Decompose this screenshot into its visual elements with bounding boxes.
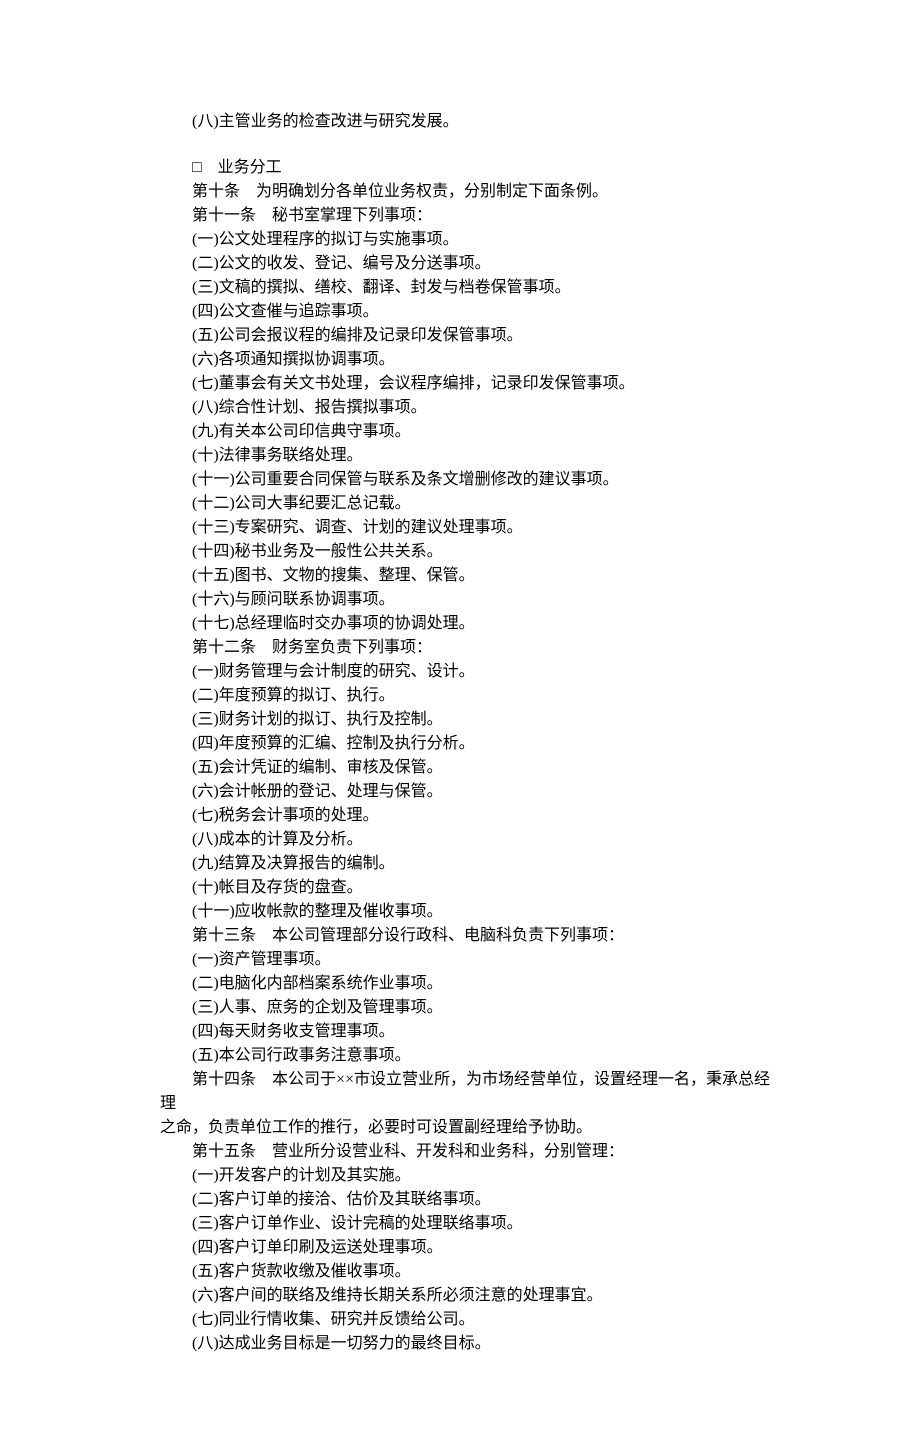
text-line: □ 业务分工 [160,156,780,180]
text-line: (二)公文的收发、登记、编号及分送事项。 [160,252,780,276]
text-line: (十三)专案研究、调查、计划的建议处理事项。 [160,516,780,540]
text-line: 第十二条 财务室负责下列事项： [160,636,780,660]
text-line: (七)税务会计事项的处理。 [160,804,780,828]
text-line: 第十三条 本公司管理部分设行政科、电脑科负责下列事项： [160,924,780,948]
text-line: (三)人事、庶务的企划及管理事项。 [160,996,780,1020]
text-line: (八)综合性计划、报告撰拟事项。 [160,396,780,420]
text-line: (五)本公司行政事务注意事项。 [160,1044,780,1068]
text-line: (六)各项通知撰拟协调事项。 [160,348,780,372]
text-line: (二)年度预算的拟订、执行。 [160,684,780,708]
text-line: (一)开发客户的计划及其实施。 [160,1164,780,1188]
text-line: (八)主管业务的检查改进与研究发展。 [160,110,780,134]
text-line: (四)年度预算的汇编、控制及执行分析。 [160,732,780,756]
text-line: (五)会计凭证的编制、审核及保管。 [160,756,780,780]
text-line: (十七)总经理临时交办事项的协调处理。 [160,612,780,636]
text-line: (九)结算及决算报告的编制。 [160,852,780,876]
text-line: (七)同业行情收集、研究并反馈给公司。 [160,1308,780,1332]
text-line: (一)财务管理与会计制度的研究、设计。 [160,660,780,684]
text-line: (九)有关本公司印信典守事项。 [160,420,780,444]
text-line: (四)每天财务收支管理事项。 [160,1020,780,1044]
blank-line [160,134,780,156]
text-line: (一)资产管理事项。 [160,948,780,972]
text-line: (三)文稿的撰拟、缮校、翻译、封发与档卷保管事项。 [160,276,780,300]
document-body: (八)主管业务的检查改进与研究发展。 □ 业务分工第十条 为明确划分各单位业务权责… [160,110,780,1356]
text-line: (八)达成业务目标是一切努力的最终目标。 [160,1332,780,1356]
text-line: (十)法律事务联络处理。 [160,444,780,468]
text-line: (十六)与顾问联系协调事项。 [160,588,780,612]
text-line: (十一)应收帐款的整理及催收事项。 [160,900,780,924]
text-line: (十)帐目及存货的盘查。 [160,876,780,900]
text-line: (十二)公司大事纪要汇总记载。 [160,492,780,516]
text-line: (七)董事会有关文书处理，会议程序编排，记录印发保管事项。 [160,372,780,396]
text-line: (六)客户间的联络及维持长期关系所必须注意的处理事宜。 [160,1284,780,1308]
text-line: (三)财务计划的拟订、执行及控制。 [160,708,780,732]
text-line: 之命，负责单位工作的推行，必要时可设置副经理给予协助。 [160,1116,780,1140]
text-line: 第十条 为明确划分各单位业务权责，分别制定下面条例。 [160,180,780,204]
text-line: (八)成本的计算及分析。 [160,828,780,852]
text-line: (二)电脑化内部档案系统作业事项。 [160,972,780,996]
text-line: (五)客户货款收缴及催收事项。 [160,1260,780,1284]
text-line: (六)会计帐册的登记、处理与保管。 [160,780,780,804]
text-line: (五)公司会报议程的编排及记录印发保管事项。 [160,324,780,348]
text-line: 第十四条 本公司于××市设立营业所，为市场经营单位，设置经理一名，秉承总经理 [160,1068,780,1116]
text-line: (十五)图书、文物的搜集、整理、保管。 [160,564,780,588]
text-line: (四)公文查催与追踪事项。 [160,300,780,324]
text-line: 第十五条 营业所分设营业科、开发科和业务科，分别管理： [160,1140,780,1164]
text-line: (十四)秘书业务及一般性公共关系。 [160,540,780,564]
text-line: (一)公文处理程序的拟订与实施事项。 [160,228,780,252]
text-line: (三)客户订单作业、设计完稿的处理联络事项。 [160,1212,780,1236]
text-line: (二)客户订单的接洽、估价及其联络事项。 [160,1188,780,1212]
text-line: (十一)公司重要合同保管与联系及条文增删修改的建议事项。 [160,468,780,492]
text-line: (四)客户订单印刷及运送处理事项。 [160,1236,780,1260]
text-line: 第十一条 秘书室掌理下列事项： [160,204,780,228]
